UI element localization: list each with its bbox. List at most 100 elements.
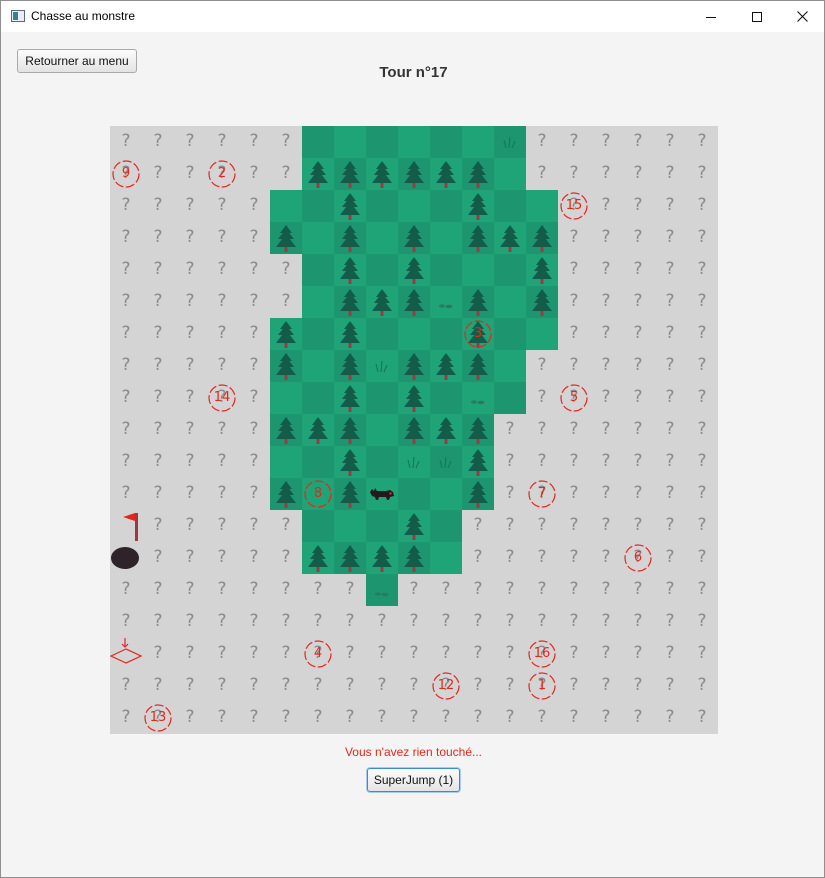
grid-cell-unknown[interactable]: ? xyxy=(462,510,494,542)
grid-cell-revealed[interactable] xyxy=(302,158,334,190)
grid-cell-unknown[interactable]: ? xyxy=(590,446,622,478)
grid-cell-revealed[interactable] xyxy=(398,446,430,478)
grid-cell-unknown[interactable]: ? xyxy=(590,382,622,414)
grid-cell-revealed[interactable] xyxy=(462,222,494,254)
grid-cell-unknown[interactable]: ? xyxy=(494,478,526,510)
grid-cell-revealed[interactable] xyxy=(494,382,526,414)
grid-cell-revealed[interactable] xyxy=(302,510,334,542)
grid-cell-unknown[interactable]: ? xyxy=(110,222,142,254)
grid-cell-unknown[interactable]: ? xyxy=(462,606,494,638)
grid-cell-unknown[interactable]: ? xyxy=(110,350,142,382)
grid-cell-revealed[interactable] xyxy=(398,222,430,254)
grid-cell-unknown[interactable]: ? xyxy=(462,542,494,574)
grid-cell-unknown[interactable]: ? xyxy=(142,510,174,542)
grid-cell-revealed[interactable] xyxy=(302,254,334,286)
grid-cell-unknown[interactable]: ? xyxy=(686,286,718,318)
grid-cell-revealed[interactable] xyxy=(494,222,526,254)
grid-cell-unknown[interactable]: ? xyxy=(526,542,558,574)
grid-cell-unknown[interactable]: ? xyxy=(206,414,238,446)
grid-cell-unknown[interactable]: ? xyxy=(142,286,174,318)
grid-cell-unknown[interactable]: ? xyxy=(238,350,270,382)
grid-cell-revealed[interactable] xyxy=(366,222,398,254)
grid-cell-unknown[interactable]: ? xyxy=(558,478,590,510)
grid-cell-unknown[interactable] xyxy=(110,510,142,542)
grid-cell-revealed[interactable] xyxy=(334,158,366,190)
grid-cell-unknown[interactable]: ? xyxy=(174,478,206,510)
grid-cell-unknown[interactable]: ? xyxy=(110,606,142,638)
grid-cell-unknown[interactable]: ? xyxy=(142,446,174,478)
grid-cell-unknown[interactable]: ? xyxy=(622,414,654,446)
grid-cell-revealed[interactable] xyxy=(270,222,302,254)
maximize-button[interactable] xyxy=(734,1,780,32)
grid-cell-unknown[interactable]: ? xyxy=(366,606,398,638)
grid-cell-unknown[interactable]: ? xyxy=(142,254,174,286)
grid-cell-revealed[interactable] xyxy=(366,446,398,478)
grid-cell-unknown[interactable]: ? xyxy=(654,702,686,734)
grid-cell-unknown[interactable]: ? xyxy=(206,510,238,542)
grid-cell-unknown[interactable]: ? xyxy=(238,542,270,574)
grid-cell-unknown[interactable]: ? xyxy=(334,606,366,638)
grid-cell-unknown[interactable]: ? xyxy=(654,478,686,510)
grid-cell-unknown[interactable]: ? xyxy=(654,190,686,222)
grid-cell-revealed[interactable] xyxy=(270,350,302,382)
grid-cell-revealed[interactable] xyxy=(430,382,462,414)
grid-cell-unknown[interactable]: ? xyxy=(142,158,174,190)
grid-cell-revealed[interactable] xyxy=(302,190,334,222)
grid-cell-unknown[interactable]: ? 9 xyxy=(110,158,142,190)
grid-cell-unknown[interactable]: ? xyxy=(142,350,174,382)
grid-cell-unknown[interactable]: ? xyxy=(526,382,558,414)
grid-cell-unknown[interactable]: ? 5 xyxy=(558,382,590,414)
grid-cell-unknown[interactable]: ? xyxy=(654,574,686,606)
grid-cell-unknown[interactable]: ? xyxy=(206,638,238,670)
grid-cell-unknown[interactable]: ? xyxy=(654,414,686,446)
grid-cell-unknown[interactable]: ? xyxy=(110,190,142,222)
grid-cell-unknown[interactable]: ? xyxy=(302,574,334,606)
grid-cell-revealed[interactable] xyxy=(462,286,494,318)
grid-cell-revealed[interactable] xyxy=(398,286,430,318)
grid-cell-revealed[interactable] xyxy=(430,254,462,286)
grid-cell-unknown[interactable]: ? xyxy=(238,478,270,510)
grid-cell-unknown[interactable]: ? xyxy=(494,702,526,734)
grid-cell-unknown[interactable]: ? xyxy=(110,414,142,446)
grid-cell-unknown[interactable]: ? xyxy=(174,222,206,254)
grid-cell-unknown[interactable]: ? xyxy=(238,638,270,670)
grid-cell-revealed[interactable] xyxy=(462,254,494,286)
grid-cell-revealed[interactable] xyxy=(398,190,430,222)
grid-cell-unknown[interactable]: ? xyxy=(398,702,430,734)
grid-cell-unknown[interactable]: ? xyxy=(238,190,270,222)
grid-cell-unknown[interactable]: ? xyxy=(654,510,686,542)
grid-cell-revealed[interactable] xyxy=(398,414,430,446)
grid-cell-unknown[interactable]: ? xyxy=(206,702,238,734)
grid-cell-unknown[interactable]: ? xyxy=(494,670,526,702)
grid-cell-unknown[interactable]: ? xyxy=(270,286,302,318)
grid-cell-unknown[interactable]: ? xyxy=(302,702,334,734)
grid-cell-unknown[interactable]: ? xyxy=(494,446,526,478)
grid-cell-unknown[interactable]: ? xyxy=(174,510,206,542)
grid-cell-revealed[interactable] xyxy=(366,254,398,286)
grid-cell-unknown[interactable]: ? xyxy=(654,318,686,350)
grid-cell-unknown[interactable]: ? xyxy=(622,606,654,638)
grid-cell-unknown[interactable]: ? xyxy=(654,670,686,702)
grid-cell-unknown[interactable]: ? 14 xyxy=(206,382,238,414)
grid-cell-revealed[interactable] xyxy=(398,478,430,510)
grid-cell-unknown[interactable]: ? xyxy=(142,190,174,222)
grid-cell-unknown[interactable]: ? xyxy=(174,350,206,382)
grid-cell-unknown[interactable]: ? xyxy=(558,670,590,702)
grid-cell-unknown[interactable]: ? xyxy=(622,638,654,670)
grid-cell-unknown[interactable]: ? xyxy=(654,126,686,158)
grid-cell-revealed[interactable] xyxy=(270,446,302,478)
grid-cell-unknown[interactable]: ? xyxy=(590,702,622,734)
grid-cell-revealed[interactable] xyxy=(366,382,398,414)
grid-cell-unknown[interactable]: ? xyxy=(590,222,622,254)
grid-cell-unknown[interactable]: ? xyxy=(142,670,174,702)
grid-cell-unknown[interactable]: ? xyxy=(110,574,142,606)
grid-cell-unknown[interactable]: ? xyxy=(590,158,622,190)
grid-cell-unknown[interactable]: ? xyxy=(142,126,174,158)
grid-cell-unknown[interactable]: ? xyxy=(430,702,462,734)
grid-cell-unknown[interactable]: ? xyxy=(558,318,590,350)
grid-cell-unknown[interactable]: ? xyxy=(558,126,590,158)
grid-cell-unknown[interactable]: ? xyxy=(590,542,622,574)
grid-cell-revealed[interactable] xyxy=(302,542,334,574)
grid-cell-unknown[interactable]: ? xyxy=(238,318,270,350)
grid-cell-unknown[interactable]: ? xyxy=(590,190,622,222)
